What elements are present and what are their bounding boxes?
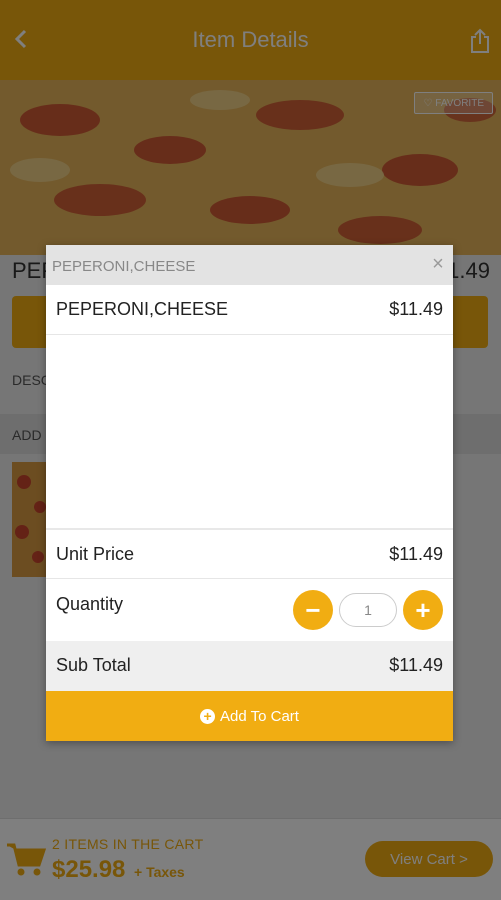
decrease-quantity-button[interactable]: − xyxy=(293,590,333,630)
add-to-cart-button[interactable]: + Add To Cart xyxy=(46,691,453,741)
add-to-cart-label: Add To Cart xyxy=(220,707,299,725)
subtotal-value: $11.49 xyxy=(389,655,443,675)
close-icon[interactable]: × xyxy=(429,254,447,274)
subtotal-row: Sub Total $11.49 xyxy=(46,641,453,691)
dialog-title: PEPERONI,CHEESE xyxy=(52,258,196,275)
dialog-header: PEPERONI,CHEESE × xyxy=(46,245,453,285)
dialog-item-price: $11.49 xyxy=(389,299,443,319)
subtotal-label: Sub Total xyxy=(56,655,131,675)
plus-circle-icon: + xyxy=(200,708,216,724)
dialog-options-area xyxy=(46,336,453,528)
dialog-item-row: PEPERONI,CHEESE $11.49 xyxy=(46,285,453,335)
dialog-item-name: PEPERONI,CHEESE xyxy=(56,299,229,319)
unit-price-value: $11.49 xyxy=(389,544,443,564)
quantity-row: Quantity − + xyxy=(46,580,453,640)
increase-quantity-button[interactable]: + xyxy=(403,590,443,630)
quantity-label: Quantity xyxy=(56,594,124,614)
quantity-stepper: − + xyxy=(293,590,443,630)
unit-price-label: Unit Price xyxy=(56,544,135,564)
unit-price-row: Unit Price $11.49 xyxy=(46,530,453,579)
quantity-input[interactable] xyxy=(339,593,397,627)
add-item-dialog: PEPERONI,CHEESE × PEPERONI,CHEESE $11.49… xyxy=(46,245,453,741)
